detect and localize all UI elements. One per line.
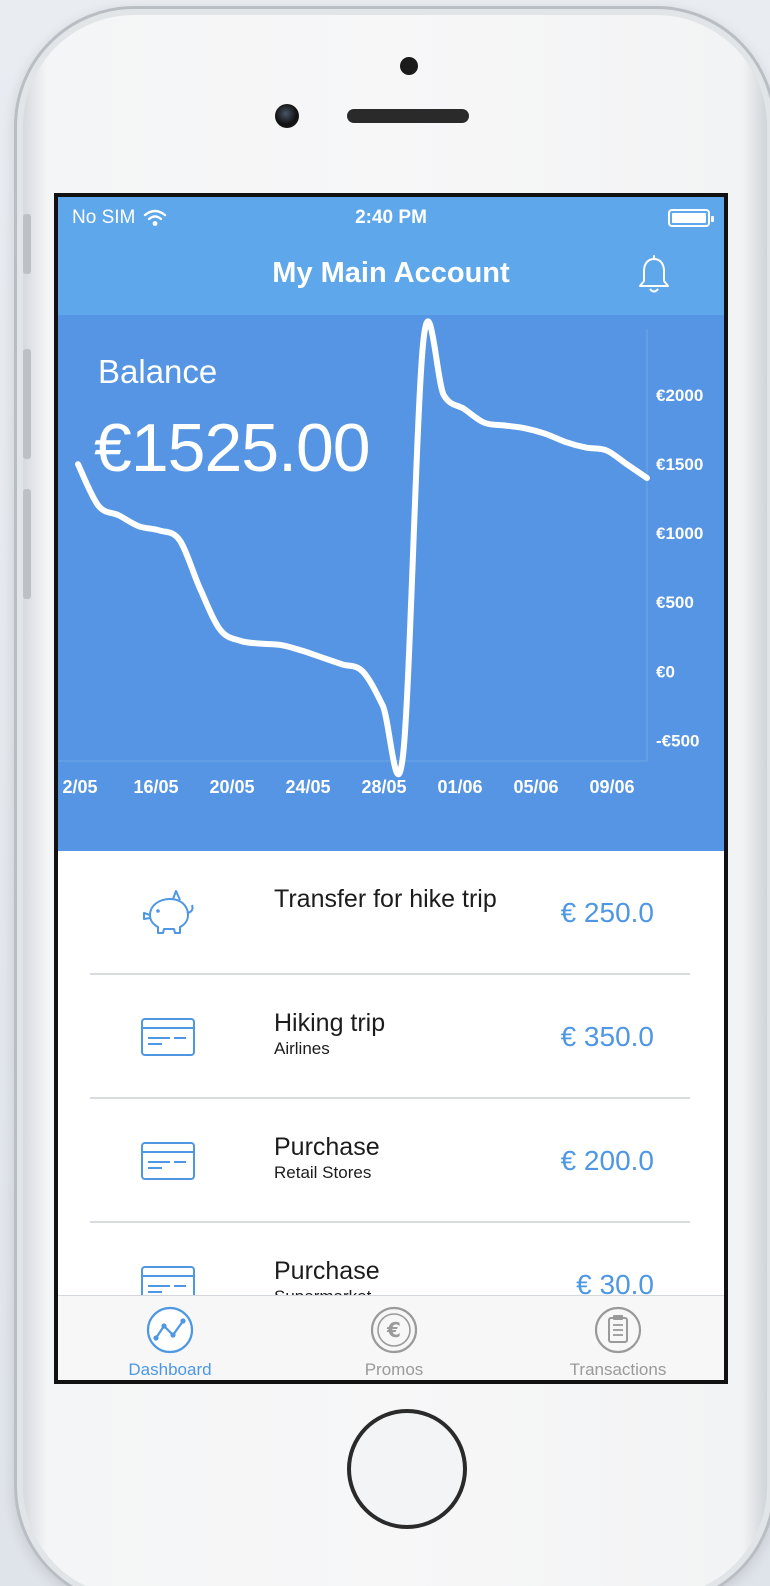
transaction-subtitle: Supermarket [274, 1287, 371, 1295]
credit-card-icon [141, 1142, 195, 1180]
navigation-bar: No SIM 2:40 PM My Main Account [58, 197, 724, 315]
chart-y-tick-label: €1500 [656, 455, 703, 474]
chart-y-tick-label: -€500 [656, 731, 699, 750]
tab-transactions[interactable]: Transactions [506, 1296, 724, 1380]
tab-promos[interactable]: € Promos [282, 1296, 506, 1380]
chart-x-tick-label: 01/06 [437, 777, 482, 797]
app-screen: No SIM 2:40 PM My Main Account €2000 €150… [54, 193, 728, 1384]
chart-y-tick-labels: €2000 €1500 €1000 €500 €0 -€500 [656, 386, 703, 750]
svg-text:€: € [386, 1318, 401, 1342]
balance-chart[interactable]: €2000 €1500 €1000 €500 €0 -€500 2/05 16/05 20/0… [58, 315, 724, 851]
transaction-subtitle: Retail Stores [274, 1163, 372, 1182]
volume-up-button [23, 349, 31, 459]
transaction-amount: € 30.0 [576, 1269, 654, 1295]
transaction-row[interactable]: Purchase Supermarket € 30.0 [90, 1223, 690, 1295]
chart-x-tick-label: 2/05 [62, 777, 97, 797]
transaction-title: Hiking trip [274, 1009, 386, 1037]
clipboard-circle-icon [594, 1306, 642, 1354]
chart-x-tick-label: 09/06 [589, 777, 634, 797]
piggy-bank-icon [143, 890, 194, 934]
status-time: 2:40 PM [355, 207, 427, 228]
credit-card-icon [141, 1018, 195, 1056]
chart-x-tick-label: 24/05 [285, 777, 330, 797]
transaction-row[interactable]: Hiking trip Airlines € 350.0 [90, 975, 690, 1099]
transaction-subtitle: Airlines [274, 1039, 330, 1058]
page-title: My Main Account [272, 257, 510, 289]
chart-y-tick-label: €0 [656, 662, 675, 681]
proximity-sensor [400, 57, 418, 75]
transaction-row[interactable]: Purchase Retail Stores € 200.0 [90, 1099, 690, 1223]
tab-label: Promos [364, 1360, 424, 1379]
balance-label: Balance [98, 353, 218, 390]
home-button[interactable] [347, 1409, 467, 1529]
chart-x-tick-label: 28/05 [361, 777, 406, 797]
credit-card-icon [141, 1266, 195, 1295]
chart-x-tick-labels: 2/05 16/05 20/05 24/05 28/05 01/06 05/06 09/06 [62, 777, 634, 797]
transaction-title: Purchase [274, 1133, 380, 1161]
volume-down-button [23, 489, 31, 599]
battery-icon [668, 209, 714, 227]
chart-x-tick-label: 05/06 [513, 777, 558, 797]
chart-y-tick-label: €1000 [656, 524, 703, 543]
chart-y-tick-label: €500 [656, 593, 694, 612]
euro-circle-icon: € [370, 1306, 418, 1354]
transaction-amount: € 200.0 [560, 1145, 654, 1176]
tab-label: Dashboard [128, 1360, 212, 1379]
chart-circle-icon [146, 1306, 194, 1354]
earpiece-speaker [347, 109, 469, 123]
tab-dashboard[interactable]: Dashboard [58, 1296, 282, 1380]
transaction-amount: € 250.0 [560, 897, 654, 928]
chart-x-tick-label: 16/05 [133, 777, 178, 797]
bell-icon[interactable] [636, 255, 672, 295]
transaction-row[interactable]: Transfer for hike trip € 250.0 [90, 851, 690, 975]
balance-chart-panel: €2000 €1500 €1000 €500 €0 -€500 2/05 16/05 20/0… [58, 315, 724, 851]
status-bar: No SIM 2:40 PM [72, 207, 714, 231]
transaction-list[interactable]: Transfer for hike trip € 250.0 Hiking tr… [58, 851, 724, 1295]
tab-label: Transactions [569, 1360, 667, 1379]
transaction-amount: € 350.0 [560, 1021, 654, 1052]
transaction-title: Transfer for hike trip [274, 885, 497, 913]
chart-y-tick-label: €2000 [656, 386, 703, 405]
balance-value: €1525.00 [94, 410, 371, 486]
chart-x-tick-label: 20/05 [209, 777, 254, 797]
mute-switch [23, 214, 31, 274]
tab-bar: Dashboard € Promos Transactions [58, 1295, 724, 1380]
transaction-title: Purchase [274, 1257, 380, 1285]
front-camera [275, 104, 299, 128]
